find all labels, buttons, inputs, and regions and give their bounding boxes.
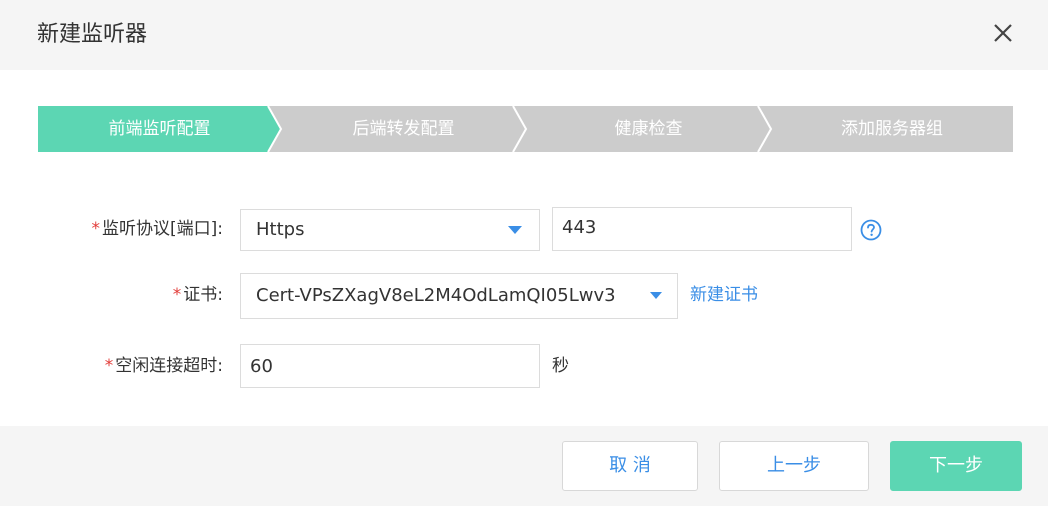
- step-backend-forward[interactable]: 后端转发配置: [281, 106, 526, 152]
- step-bar: 前端监听配置 后端转发配置 健康检查 添加服务器组: [38, 106, 1013, 152]
- port-input[interactable]: 443: [552, 207, 852, 251]
- certificate-select-value: Cert-VPsZXagV8eL2M4OdLamQI05Lwv3: [256, 285, 616, 306]
- step-health-check[interactable]: 健康检查: [526, 106, 771, 152]
- protocol-select[interactable]: Https: [240, 209, 540, 251]
- certificate-label: 证书:: [183, 285, 223, 305]
- certificate-label-row: * 证书:: [120, 283, 223, 307]
- idle-timeout-unit: 秒: [552, 356, 569, 376]
- chevron-down-icon: [508, 226, 522, 234]
- protocol-select-value: Https: [256, 219, 305, 240]
- required-mark: *: [172, 285, 182, 305]
- close-icon[interactable]: [988, 18, 1018, 48]
- idle-timeout-input[interactable]: 60: [240, 344, 540, 388]
- protocol-port-label-row: * 监听协议[端口]:: [60, 217, 224, 241]
- step-add-server-group[interactable]: 添加服务器组: [771, 106, 1013, 152]
- dialog-title: 新建监听器: [37, 22, 148, 47]
- chevron-down-icon: [650, 292, 662, 299]
- protocol-port-label: 监听协议[端口]:: [102, 219, 223, 239]
- previous-step-button[interactable]: 上一步: [719, 441, 869, 491]
- required-mark: *: [91, 219, 101, 239]
- question-circle-icon[interactable]: [860, 219, 882, 241]
- required-mark: *: [104, 356, 114, 376]
- idle-timeout-label: 空闲连接超时:: [115, 356, 223, 376]
- idle-timeout-value: 60: [250, 356, 273, 377]
- port-input-value: 443: [562, 217, 597, 238]
- next-step-button[interactable]: 下一步: [890, 441, 1022, 491]
- new-certificate-link[interactable]: 新建证书: [690, 283, 758, 307]
- cancel-button[interactable]: 取 消: [562, 441, 698, 491]
- idle-timeout-label-row: * 空闲连接超时:: [60, 354, 223, 378]
- step-frontend-config[interactable]: 前端监听配置: [38, 106, 281, 152]
- certificate-select[interactable]: Cert-VPsZXagV8eL2M4OdLamQI05Lwv3: [240, 273, 678, 319]
- dialog-footer: 取 消 上一步 下一步: [0, 426, 1048, 506]
- new-listener-dialog: 新建监听器 前端监听配置 后端转发配置 健康检查 添加服务器组 * 监听协议[端口…: [0, 0, 1048, 506]
- dialog-header: 新建监听器: [0, 0, 1048, 70]
